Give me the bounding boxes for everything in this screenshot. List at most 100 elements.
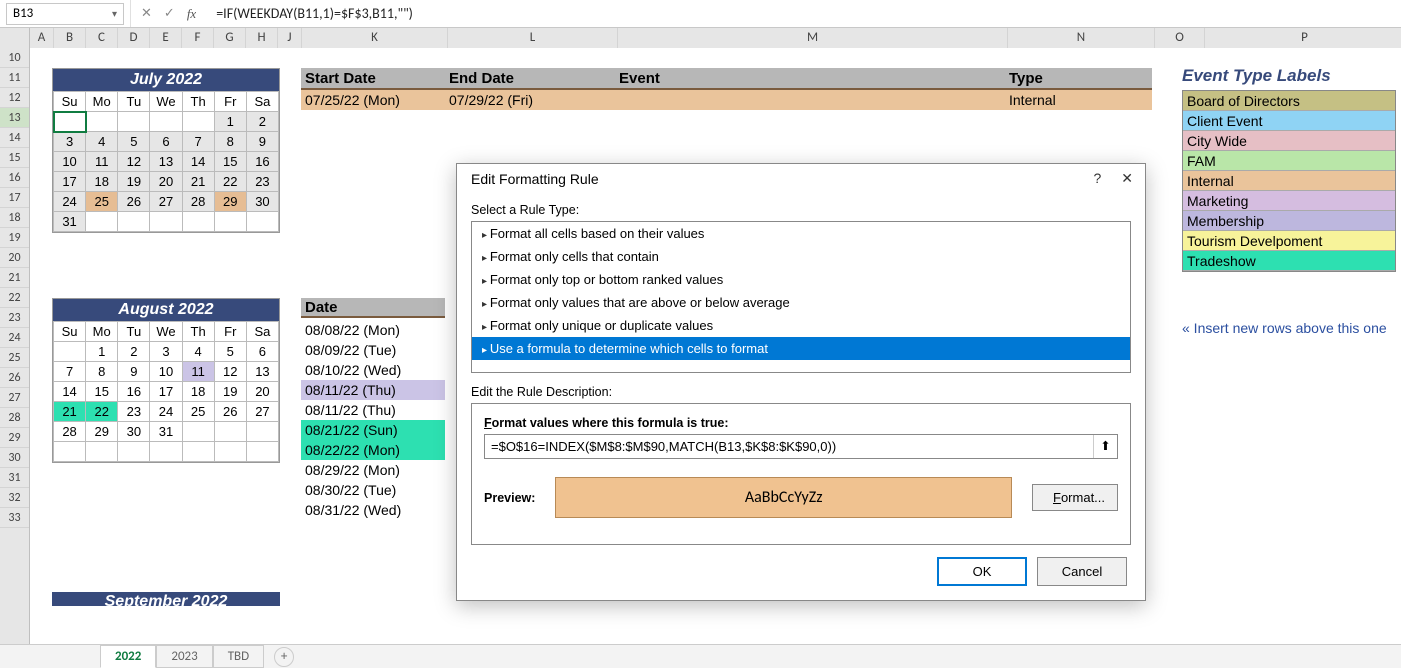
row-header[interactable]: 17 (0, 188, 29, 208)
date-cell[interactable]: 08/10/22 (Wed) (301, 360, 445, 380)
calendar-day[interactable]: 15 (214, 152, 246, 172)
row-header[interactable]: 14 (0, 128, 29, 148)
calendar-day[interactable]: 4 (86, 132, 118, 152)
calendar-day[interactable] (118, 112, 150, 132)
date-cell[interactable]: 08/31/22 (Wed) (301, 500, 445, 520)
calendar-day[interactable] (182, 442, 214, 462)
calendar-day[interactable]: 29 (86, 422, 118, 442)
accept-formula-icon[interactable]: ✓ (164, 6, 175, 21)
ok-button[interactable]: OK (937, 557, 1027, 586)
calendar-day[interactable]: 28 (54, 422, 86, 442)
event-type-label[interactable]: Tradeshow (1183, 251, 1395, 271)
col-header-L[interactable]: L (448, 28, 618, 48)
calendar-day[interactable]: 25 (182, 402, 214, 422)
calendar-day[interactable] (182, 422, 214, 442)
calendar-day[interactable]: 2 (246, 112, 278, 132)
calendar-day[interactable]: 26 (118, 192, 150, 212)
calendar-day[interactable]: 8 (214, 132, 246, 152)
calendar-day[interactable]: 27 (246, 402, 278, 422)
calendar-day[interactable]: 22 (86, 402, 118, 422)
row-header[interactable]: 21 (0, 268, 29, 288)
row-header[interactable]: 23 (0, 308, 29, 328)
calendar-day[interactable]: 3 (150, 342, 182, 362)
calendar-day[interactable]: 4 (182, 342, 214, 362)
col-header[interactable]: A B C D E F G H I (30, 28, 278, 48)
event-type-label[interactable]: Client Event (1183, 111, 1395, 131)
calendar-day[interactable]: 23 (246, 172, 278, 192)
calendar-day[interactable]: 31 (54, 212, 86, 232)
calendar-day[interactable]: 18 (182, 382, 214, 402)
tab-2022[interactable]: 2022 (100, 645, 156, 668)
calendar-day[interactable]: 8 (86, 362, 118, 382)
calendar-day[interactable]: 15 (86, 382, 118, 402)
calendar-day[interactable]: 30 (246, 192, 278, 212)
calendar-day[interactable] (214, 212, 246, 232)
calendar-day[interactable] (150, 442, 182, 462)
calendar-day[interactable]: 30 (118, 422, 150, 442)
date-cell[interactable]: 08/08/22 (Mon) (301, 320, 445, 340)
calendar-day[interactable]: 25 (86, 192, 118, 212)
row-header[interactable]: 30 (0, 448, 29, 468)
calendar-day[interactable] (246, 442, 278, 462)
calendar-day[interactable]: 16 (246, 152, 278, 172)
calendar-day[interactable]: 1 (214, 112, 246, 132)
calendar-day[interactable] (214, 422, 246, 442)
event-type-label[interactable]: City Wide (1183, 131, 1395, 151)
calendar-day[interactable]: 11 (86, 152, 118, 172)
row-header[interactable]: 10 (0, 48, 29, 68)
calendar-day[interactable]: 18 (86, 172, 118, 192)
date-cell[interactable]: 08/29/22 (Mon) (301, 460, 445, 480)
calendar-day[interactable] (54, 342, 86, 362)
events-table-row[interactable]: 07/25/22 (Mon) 07/29/22 (Fri) Internal (301, 90, 1152, 110)
calendar-day[interactable] (54, 112, 86, 132)
date-cell[interactable]: 08/22/22 (Mon) (301, 440, 445, 460)
format-button[interactable]: Format... (1032, 484, 1118, 511)
formula-input-box[interactable]: ⬆ (484, 434, 1118, 459)
col-header-P[interactable]: P (1205, 28, 1401, 48)
calendar-day[interactable]: 12 (214, 362, 246, 382)
calendar-day[interactable]: 24 (54, 192, 86, 212)
col-header-M[interactable]: M (618, 28, 1008, 48)
formula-input[interactable]: =IF(WEEKDAY(B11,1)=$F$3,B11,"") (206, 3, 1401, 24)
calendar-day[interactable]: 31 (150, 422, 182, 442)
calendar-day[interactable]: 19 (118, 172, 150, 192)
range-picker-icon[interactable]: ⬆ (1093, 435, 1117, 458)
calendar-day[interactable]: 26 (214, 402, 246, 422)
calendar-day[interactable]: 13 (150, 152, 182, 172)
calendar-day[interactable] (214, 442, 246, 462)
calendar-day[interactable]: 7 (182, 132, 214, 152)
calendar-day[interactable] (86, 442, 118, 462)
calendar-day[interactable] (86, 212, 118, 232)
date-cell[interactable]: 08/21/22 (Sun) (301, 420, 445, 440)
calendar-day[interactable] (150, 112, 182, 132)
row-header[interactable]: 16 (0, 168, 29, 188)
calendar-day[interactable] (150, 212, 182, 232)
calendar-day[interactable]: 17 (54, 172, 86, 192)
calendar-day[interactable]: 14 (54, 382, 86, 402)
date-cell[interactable]: 08/09/22 (Tue) (301, 340, 445, 360)
formula-field[interactable] (485, 435, 1093, 458)
rule-type-option[interactable]: Format only values that are above or bel… (472, 291, 1130, 314)
calendar-day[interactable]: 7 (54, 362, 86, 382)
row-header[interactable]: 33 (0, 508, 29, 528)
calendar-day[interactable]: 5 (118, 132, 150, 152)
date-cell[interactable]: 08/11/22 (Thu) (301, 380, 445, 400)
calendar-day[interactable]: 6 (150, 132, 182, 152)
calendar-day[interactable]: 21 (54, 402, 86, 422)
calendar-day[interactable]: 29 (214, 192, 246, 212)
calendar-day[interactable]: 12 (118, 152, 150, 172)
calendar-day[interactable]: 20 (150, 172, 182, 192)
row-header[interactable]: 13 (0, 108, 29, 128)
event-type-label[interactable]: Marketing (1183, 191, 1395, 211)
rule-type-list[interactable]: Format all cells based on their values Fo… (471, 221, 1131, 373)
calendar-day[interactable] (182, 212, 214, 232)
event-type-label[interactable]: Tourism Develpoment (1183, 231, 1395, 251)
calendar-day[interactable]: 5 (214, 342, 246, 362)
rule-type-option[interactable]: Format all cells based on their values (472, 222, 1130, 245)
calendar-day[interactable]: 11 (182, 362, 214, 382)
cell-start-date[interactable]: 07/25/22 (Mon) (301, 90, 445, 110)
tab-tbd[interactable]: TBD (213, 645, 264, 668)
calendar-day[interactable]: 1 (86, 342, 118, 362)
calendar-day[interactable]: 9 (246, 132, 278, 152)
row-header[interactable]: 22 (0, 288, 29, 308)
